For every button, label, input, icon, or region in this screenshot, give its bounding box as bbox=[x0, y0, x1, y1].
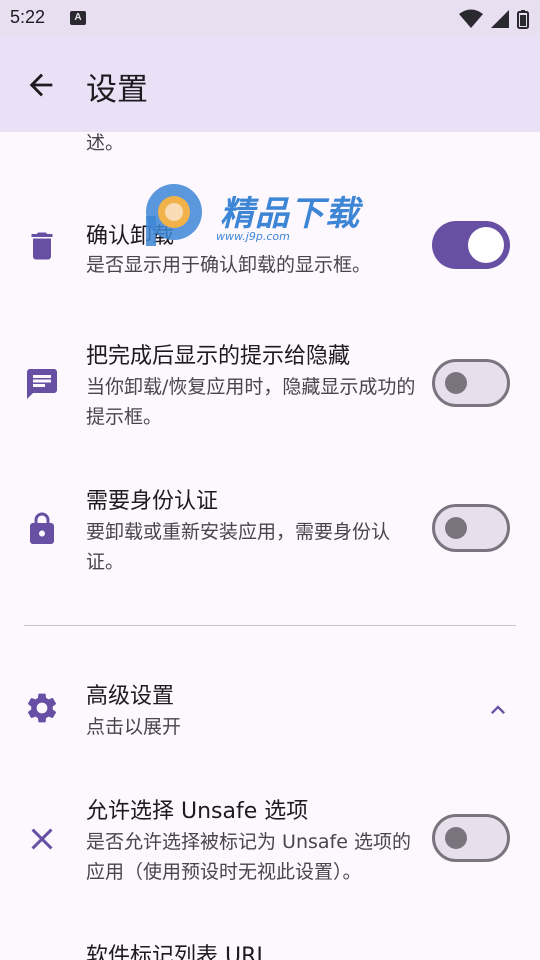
setting-description: 当你卸载/恢复应用时，隐藏显示成功的提示框。 bbox=[86, 376, 416, 428]
status-time: 5:22 bbox=[10, 7, 46, 27]
status-icons bbox=[458, 8, 530, 29]
toggle-knob bbox=[445, 372, 467, 394]
divider bbox=[24, 625, 516, 626]
setting-title: 允许选择 Unsafe 选项 bbox=[86, 799, 309, 824]
wifi-icon bbox=[458, 9, 483, 28]
require-authentication-toggle[interactable] bbox=[432, 504, 510, 552]
allow-unsafe-toggle[interactable] bbox=[432, 814, 510, 862]
advanced-settings-description: 点击以展开 bbox=[86, 716, 182, 738]
back-arrow-icon[interactable] bbox=[24, 68, 58, 102]
partial-description: 述。 bbox=[86, 132, 125, 154]
setting-hide-completion-tip[interactable]: 把完成后显示的提示给隐藏 当你卸载/恢复应用时，隐藏显示成功的提示框。 bbox=[0, 332, 540, 442]
message-icon bbox=[27, 369, 57, 399]
lock-icon bbox=[30, 512, 54, 544]
watermark-text: 精品下载 bbox=[220, 194, 360, 234]
setting-description: 是否显示用于确认卸载的显示框。 bbox=[86, 254, 372, 276]
advanced-settings-header[interactable]: 高级设置 点击以展开 bbox=[0, 672, 540, 752]
setting-description: 是否允许选择被标记为 Unsafe 选项的应用（使用预设时无视此设置）。 bbox=[86, 831, 411, 883]
watermark-logo: 精品下载 www.j9p.com bbox=[138, 182, 368, 252]
trash-icon bbox=[31, 232, 53, 260]
setting-title: 把完成后显示的提示给隐藏 bbox=[86, 344, 351, 369]
setting-description: 要卸载或重新安装应用，需要身份认证。 bbox=[86, 521, 391, 573]
chevron-up-icon[interactable] bbox=[484, 696, 512, 724]
settings-list[interactable]: 述。 确认卸载 是否显示用于确认卸载的显示框。 把完成后显示的提示给隐藏 当你卸… bbox=[0, 132, 540, 960]
advanced-settings-title: 高级设置 bbox=[86, 684, 175, 709]
notification-icon: A bbox=[70, 11, 86, 25]
confirm-uninstall-toggle[interactable] bbox=[432, 221, 510, 269]
hide-completion-tip-toggle[interactable] bbox=[432, 359, 510, 407]
page-title: 设置 bbox=[86, 72, 148, 108]
setting-require-authentication[interactable]: 需要身份认证 要卸载或重新安装应用，需要身份认证。 bbox=[0, 477, 540, 587]
toggle-knob bbox=[445, 517, 467, 539]
watermark-url: www.j9p.com bbox=[216, 230, 290, 243]
setting-allow-unsafe[interactable]: 允许选择 Unsafe 选项 是否允许选择被标记为 Unsafe 选项的应用（使… bbox=[0, 787, 540, 897]
watermark-p-icon bbox=[146, 184, 202, 246]
toggle-knob bbox=[468, 227, 504, 263]
setting-title: 软件标记列表 URL bbox=[86, 944, 269, 960]
app-bar: 设置 bbox=[0, 36, 540, 132]
battery-icon bbox=[517, 9, 529, 29]
signal-icon bbox=[490, 9, 509, 28]
close-icon bbox=[31, 828, 53, 850]
toggle-knob bbox=[445, 827, 467, 849]
gear-icon bbox=[27, 693, 57, 723]
setting-list-url[interactable]: 软件标记列表 URL bbox=[0, 932, 540, 960]
setting-title: 需要身份认证 bbox=[86, 489, 219, 514]
status-bar: 5:22 A bbox=[0, 0, 540, 36]
